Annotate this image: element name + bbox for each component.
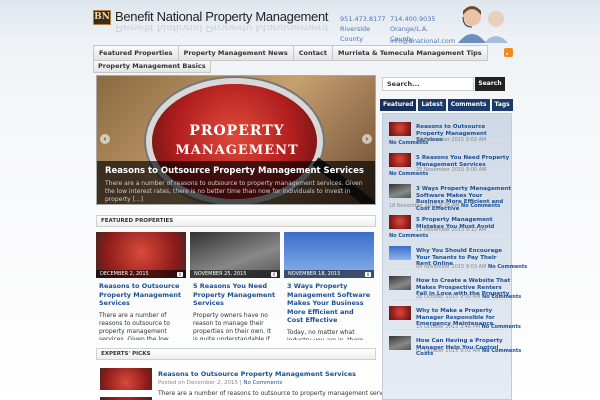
comment-count-icon[interactable]: 0	[271, 272, 277, 277]
list-item-comments-row: No Comments	[389, 140, 508, 147]
logo-icon[interactable]: BN	[93, 10, 111, 25]
phone-1: 951.473.8177	[340, 15, 386, 23]
list-item: How Can Having a Property Manager Help Y…	[389, 331, 521, 360]
nav-management-tips[interactable]: Murrieta & Temecula Management Tips	[332, 45, 488, 61]
sidebar-tabs: Featured Latest Comments Tags	[380, 99, 513, 111]
list-item: 5 Reasons You Need Property Management S…	[389, 148, 509, 173]
featured-card: NOVEMBER 25, 2015 0 5 Reasons You Need P…	[190, 232, 280, 340]
list-item-comments-link[interactable]: No Comments	[488, 264, 527, 270]
card-excerpt: Today, no matter what industry you are i…	[287, 328, 364, 341]
slider-prev-button[interactable]: ‹	[100, 134, 110, 144]
list-item-comments-link[interactable]: No Comments	[389, 233, 428, 239]
list-item: Why You Should Encourage Your Tenants to…	[389, 241, 527, 270]
featured-card: NOVEMBER 18, 2015 0 3 Ways Property Mana…	[284, 232, 374, 340]
slider-image-text-1: PROPERTY	[189, 123, 285, 139]
list-item: How to Create a Website That Makes Prosp…	[389, 271, 521, 300]
slider-caption: Reasons to Outsource Property Management…	[97, 161, 375, 204]
sidebar-post-list: Reasons to Outsource Property Management…	[382, 113, 527, 400]
list-item-meta: 28 October 2015 9:00 AM No Comments	[416, 294, 522, 300]
list-item-meta: 07 October 2015 9:02 AM No Comments	[416, 348, 522, 354]
list-item: Why to Make a Property Manager Responsib…	[389, 301, 521, 330]
list-item-thumb[interactable]	[389, 215, 411, 229]
card-image[interactable]: DECEMBER 2, 2015 0	[96, 232, 186, 278]
slider-next-button[interactable]: ›	[362, 134, 372, 144]
tab-tags[interactable]: Tags	[491, 99, 513, 111]
list-item-thumb[interactable]	[389, 246, 411, 260]
list-item-meta: 04 November 2015 9:03 AM No Comments	[416, 264, 528, 270]
area-1: Riverside County	[340, 25, 371, 43]
nav-featured-properties[interactable]: Featured Properties	[93, 45, 178, 61]
site-header: BN Benefit National Property Management …	[0, 0, 600, 45]
phone-2: 714.400.9035	[390, 15, 436, 23]
card-image[interactable]: NOVEMBER 18, 2015 0	[284, 232, 374, 278]
list-item-comments-row: No Comments	[389, 171, 508, 178]
tab-latest[interactable]: Latest	[418, 99, 446, 111]
card-date: NOVEMBER 18, 2015	[284, 270, 374, 278]
experts-heading: EXPERTS' PICKS	[96, 348, 376, 360]
list-item-meta: 15 October 2015 3:46 PM No Comments	[416, 324, 521, 330]
rss-icon[interactable]	[504, 48, 513, 57]
featured-slider[interactable]: PROPERTY MANAGEMENT ‹ › Reasons to Outso…	[96, 75, 376, 205]
card-title[interactable]: Reasons to Outsource Property Management…	[99, 282, 183, 308]
tab-featured[interactable]: Featured	[380, 99, 417, 111]
list-item-comments-link[interactable]: No Comments	[389, 171, 428, 177]
list-item-comments-link[interactable]: No Comments	[461, 203, 500, 209]
list-item-thumb[interactable]	[389, 276, 411, 290]
experts-pick-title[interactable]: Reasons to Outsource Property Management…	[158, 370, 356, 378]
experts-pick-comments-link[interactable]: No Comments	[243, 380, 282, 386]
list-item-comments-link[interactable]: No Comments	[482, 294, 521, 300]
card-title[interactable]: 3 Ways Property Management Software Make…	[287, 282, 371, 325]
main-nav: Featured Properties Property Management …	[93, 45, 488, 61]
slider-excerpt: There are a number of reasons to outsour…	[105, 180, 363, 203]
list-item-thumb[interactable]	[389, 153, 411, 167]
support-agent-icon	[458, 6, 508, 43]
slider-image-text-2: MANAGEMENT	[175, 143, 299, 158]
list-item: 3 Ways Property Management Software Make…	[389, 179, 511, 212]
featured-cards: DECEMBER 2, 2015 0 Reasons to Outsource …	[96, 232, 376, 340]
featured-heading: FEATURED PROPERTIES	[96, 215, 376, 227]
nav-property-management-basics[interactable]: Property Management Basics	[93, 60, 211, 73]
card-title[interactable]: 5 Reasons You Need Property Management S…	[193, 282, 277, 308]
search-input[interactable]: Search...	[382, 77, 474, 91]
list-item-meta: 18 November 2015 9:16 AM No Comments	[389, 203, 501, 209]
site-logo[interactable]: Benefit National Property Management	[115, 9, 329, 24]
comment-count-icon[interactable]: 0	[177, 272, 183, 277]
experts-pick-item: Reasons to Outsource Property Management…	[96, 362, 397, 400]
tab-comments[interactable]: Comments	[447, 99, 490, 111]
brand-rest: Property Management	[201, 9, 329, 24]
list-item-comments-link[interactable]: No Comments	[482, 348, 521, 354]
slider-title[interactable]: Reasons to Outsource Property Management…	[105, 166, 369, 176]
card-image[interactable]: NOVEMBER 25, 2015 0	[190, 232, 280, 278]
card-date: NOVEMBER 25, 2015	[190, 270, 280, 278]
list-item-thumb[interactable]	[389, 122, 411, 136]
card-excerpt: Property owners have no reason to manage…	[193, 311, 272, 341]
list-item-comments-row: No Comments	[389, 233, 508, 240]
list-item: 5 Property Management Mistakes You Must …	[389, 210, 508, 234]
logo-reflection: Benefit National Property Management	[115, 25, 329, 35]
comment-count-icon[interactable]: 0	[365, 272, 371, 277]
list-item-comments-link[interactable]: No Comments	[482, 324, 521, 330]
experts-pick-meta: Posted on December 2, 2015 | No Comments	[158, 380, 283, 386]
card-excerpt: There are a number of reasons to outsour…	[99, 311, 170, 341]
experts-pick-excerpt: There are a number of reasons to outsour…	[100, 390, 397, 397]
nav-contact[interactable]: Contact	[292, 45, 333, 61]
contact-info: 951.473.8177 714.400.9035 Riverside Count…	[340, 14, 455, 45]
nav-property-management-news[interactable]: Property Management News	[177, 45, 293, 61]
list-item-thumb[interactable]	[389, 184, 411, 198]
card-date: DECEMBER 2, 2015	[96, 270, 186, 278]
brand-strong: Benefit National	[115, 9, 202, 24]
list-item-thumb[interactable]	[389, 306, 411, 320]
list-item: Reasons to Outsource Property Management…	[389, 117, 508, 143]
featured-card: DECEMBER 2, 2015 0 Reasons to Outsource …	[96, 232, 186, 340]
search-button[interactable]: Search	[475, 77, 505, 91]
list-item-thumb[interactable]	[389, 336, 411, 350]
list-item-comments-link[interactable]: No Comments	[389, 140, 428, 146]
